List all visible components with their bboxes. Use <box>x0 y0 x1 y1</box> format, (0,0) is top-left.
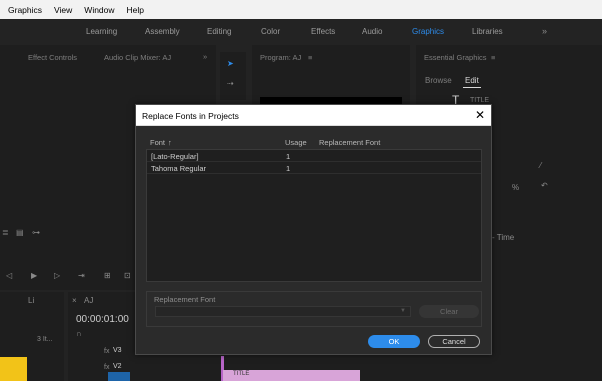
menu-window[interactable]: Window <box>84 5 114 15</box>
time-label: - Time <box>492 233 515 242</box>
cancel-button[interactable]: Cancel <box>428 335 480 348</box>
percent-label: % <box>512 183 520 192</box>
tab-effect-controls[interactable]: Effect Controls <box>28 53 77 62</box>
essential-graphics-menu-icon[interactable]: ≡ <box>491 53 495 62</box>
snap-icon[interactable]: ∩ <box>76 329 82 338</box>
timecode[interactable]: 00:00:01:00 <box>76 314 129 325</box>
table-header: Font ↑ Usage Replacement Font <box>146 138 482 148</box>
title-clip[interactable]: TITLE <box>223 370 360 381</box>
column-font[interactable]: Font <box>150 138 165 147</box>
insert-icon[interactable]: ⇥ <box>78 271 85 280</box>
row-font-name: Tahoma Regular <box>151 164 207 173</box>
replacement-font-group: Replacement Font ▼ Clear <box>146 291 482 327</box>
row-usage: 1 <box>286 164 291 173</box>
step-back-icon[interactable]: ◁ <box>6 271 12 280</box>
fonts-table: [Lato-Regular] 1 Tahoma Regular 1 <box>146 149 482 282</box>
tab-audio-clip-mixer[interactable]: Audio Clip Mixer: AJ <box>104 53 171 62</box>
freeform-view-icon[interactable]: ⊶ <box>32 228 40 237</box>
step-forward-icon[interactable]: ▷ <box>54 271 60 280</box>
track-select-tool-icon[interactable]: ⇢ <box>227 79 234 88</box>
table-row[interactable]: Tahoma Regular 1 <box>147 162 481 174</box>
track-v2[interactable]: V2 <box>113 363 122 370</box>
tab-edit[interactable]: Edit <box>465 76 479 85</box>
workspace-bar: Learning Assembly Editing Color Effects … <box>0 19 602 45</box>
items-count: 3 It... <box>37 336 53 343</box>
menu-view[interactable]: View <box>54 5 72 15</box>
workspace-libraries[interactable]: Libraries <box>472 27 503 36</box>
layer-label[interactable]: TITLE <box>470 97 489 104</box>
program-monitor-title[interactable]: Program: AJ <box>260 53 301 62</box>
dialog-title: Replace Fonts in Projects <box>142 111 239 121</box>
list-view-icon[interactable]: ≣ <box>2 228 9 237</box>
ok-button[interactable]: OK <box>368 335 420 348</box>
icon-view-icon[interactable]: ▤ <box>16 228 24 237</box>
workspaces-overflow-icon[interactable]: » <box>542 26 547 36</box>
replacement-font-label: Replacement Font <box>154 295 216 304</box>
table-row[interactable]: [Lato-Regular] 1 <box>147 150 481 162</box>
tab-edit-underline <box>463 87 481 88</box>
v2-track-target[interactable] <box>108 372 130 381</box>
sort-ascending-icon[interactable]: ↑ <box>168 138 172 147</box>
close-icon[interactable]: ✕ <box>475 108 485 122</box>
tab-browse[interactable]: Browse <box>425 76 452 85</box>
close-tab-icon[interactable]: × <box>72 296 77 305</box>
workspace-graphics[interactable]: Graphics <box>412 27 444 36</box>
play-icon[interactable]: ▶ <box>31 271 37 280</box>
workspace-assembly[interactable]: Assembly <box>145 27 180 36</box>
column-usage[interactable]: Usage <box>285 138 307 147</box>
menu-bar: Graphics View Window Help <box>0 0 602 19</box>
workspace-color[interactable]: Color <box>261 27 280 36</box>
clear-button[interactable]: Clear <box>419 305 479 318</box>
fx-badge[interactable]: fx <box>104 348 109 355</box>
workspace-audio[interactable]: Audio <box>362 27 382 36</box>
library-icon[interactable]: Li <box>28 296 34 305</box>
export-frame-icon[interactable]: ⊡ <box>124 271 131 280</box>
overwrite-icon[interactable]: ⊞ <box>104 271 111 280</box>
reset-icon[interactable]: ↶ <box>541 181 548 190</box>
program-monitor: Program: AJ ≡ <box>252 45 410 110</box>
workspace-effects[interactable]: Effects <box>311 27 335 36</box>
clip-title: TITLE <box>233 371 250 377</box>
track-v3[interactable]: V3 <box>113 347 122 354</box>
menu-help[interactable]: Help <box>127 5 144 15</box>
chevron-down-icon: ▼ <box>400 308 406 314</box>
selection-tool-icon[interactable]: ➤ <box>227 59 234 68</box>
replace-fonts-dialog: Replace Fonts in Projects ✕ Font ↑ Usage… <box>135 104 492 355</box>
program-menu-icon[interactable]: ≡ <box>308 53 312 62</box>
tools-panel: ➤ ⇢ <box>220 52 246 100</box>
workspace-learning[interactable]: Learning <box>86 27 117 36</box>
workspace-editing[interactable]: Editing <box>207 27 231 36</box>
fx-badge[interactable]: fx <box>104 364 109 371</box>
timeline-tab-label[interactable]: AJ <box>84 296 93 305</box>
dialog-titlebar: Replace Fonts in Projects ✕ <box>136 105 491 126</box>
project-item-thumbnail[interactable] <box>0 357 27 381</box>
row-usage: 1 <box>286 152 291 161</box>
replacement-font-dropdown[interactable]: ▼ <box>155 306 411 317</box>
panel-overflow-icon[interactable]: » <box>203 52 207 61</box>
essential-graphics-title[interactable]: Essential Graphics <box>424 53 487 62</box>
pen-icon[interactable]: ⁄ <box>540 161 541 170</box>
row-font-name: [Lato-Regular] <box>151 152 199 161</box>
column-replacement-font[interactable]: Replacement Font <box>319 138 380 147</box>
menu-graphics[interactable]: Graphics <box>8 5 42 15</box>
